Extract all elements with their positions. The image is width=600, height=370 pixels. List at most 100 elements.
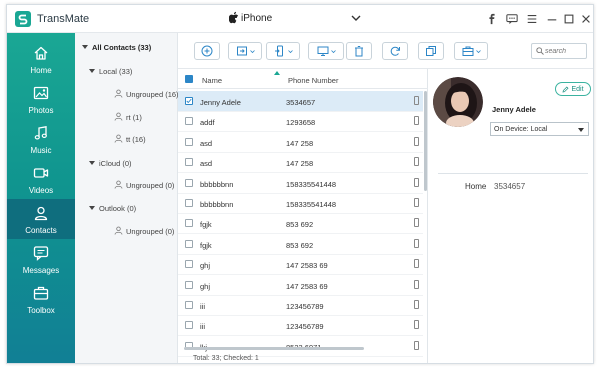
contact-name-cell: iii [200,322,205,332]
tree-item-tt[interactable]: tt (16) [126,135,146,144]
contacts-icon [34,206,48,221]
add-button[interactable] [194,42,220,60]
phone-number-cell: 147 2583 69 [286,281,328,291]
close-icon[interactable] [579,12,593,26]
phone-number-cell: 147 2583 69 [286,261,328,271]
export-icon [274,45,283,57]
tree-item-all-contacts[interactable]: All Contacts (33) [92,43,151,52]
row-checkbox[interactable] [185,158,193,167]
caret-down-icon[interactable] [82,45,88,49]
device-name[interactable]: iPhone [241,13,272,24]
tree-item-icloud[interactable]: iCloud (0) [99,159,132,168]
chevron-down-icon [330,49,336,53]
phone-device-icon [414,238,419,248]
row-checkbox[interactable] [185,199,193,207]
tree-label: Ungrouped [126,227,164,236]
delete-icon [355,46,363,57]
chevron-down-icon [287,49,293,53]
dedupe-button[interactable] [418,42,444,60]
phone-field-label: Home [465,182,487,191]
export-to-pc-button[interactable] [308,42,344,60]
select-all-checkbox[interactable] [185,75,193,83]
row-checkbox[interactable] [185,321,193,330]
row-checkbox[interactable] [185,301,193,309]
nav-item-messages[interactable]: Messages [7,239,75,279]
table-row[interactable]: Jenny Adele 3534657 [178,91,423,112]
phone-number-cell: 158335541448 [286,200,337,209]
tree-item-local[interactable]: Local (33) [99,67,132,76]
horizontal-scrollbar[interactable] [184,347,364,350]
row-checkbox[interactable] [185,97,193,105]
person-icon [114,112,123,121]
export-to-device-button[interactable] [266,42,300,60]
person-icon [114,89,123,98]
column-header-phone[interactable]: Phone Number [288,76,338,85]
row-checkbox[interactable] [185,178,193,187]
person-icon [114,180,123,189]
tree-item-ungrouped[interactable]: Ungrouped (0) [126,227,174,236]
caret-down-icon[interactable] [89,206,95,210]
table-row[interactable]: fgjk 853 692 [178,234,423,255]
table-row[interactable]: asd 147 258 [178,132,423,153]
row-checkbox[interactable] [185,239,193,248]
chevron-down-icon[interactable] [351,14,361,22]
table-row[interactable]: bbbbbbnn 158335541448 [178,193,423,214]
phone-device-icon [414,198,419,207]
caret-down-icon[interactable] [89,69,95,73]
row-checkbox[interactable] [185,280,193,289]
table-row[interactable]: addf 1293658 [178,111,423,133]
row-checkbox[interactable] [185,219,193,228]
nav-item-home[interactable]: Home [7,39,75,79]
tree-count: (1) [132,113,142,122]
table-row[interactable]: ghj 147 2583 69 [178,275,423,296]
phone-device-icon [414,177,419,187]
search-input[interactable] [545,45,585,57]
tree-item-ungrouped[interactable]: Ungrouped (0) [126,181,174,190]
refresh-button[interactable] [382,42,408,60]
contact-name-cell: iii [200,302,205,311]
table-row[interactable]: bbbbbbnn 158335541448 [178,173,423,194]
maximize-icon[interactable] [562,12,576,26]
search-box[interactable] [531,43,587,59]
vertical-scrollbar[interactable] [424,91,427,191]
table-row[interactable]: iii 123456789 [178,315,423,337]
list-header: Name Phone Number [178,69,428,89]
apple-icon [229,11,239,24]
import-button[interactable] [228,42,262,60]
device-select[interactable]: On Device: Local [490,122,589,136]
edit-button[interactable]: Edit [555,82,591,96]
delete-button[interactable] [346,42,372,60]
table-row[interactable]: ghj 147 2583 69 [178,254,423,276]
nav-item-photos[interactable]: Photos [7,79,75,119]
minimize-icon[interactable] [545,12,559,26]
table-row[interactable]: fgjk 853 692 [178,213,423,235]
table-row[interactable]: iii 123456789 [178,295,423,316]
row-checkbox[interactable] [185,260,193,269]
contact-name-cell: asd [200,159,213,169]
row-checkbox[interactable] [185,137,193,146]
avatar [433,77,483,127]
tree-item-outlook[interactable]: Outlook (0) [99,204,136,213]
phone-number-cell: 123456789 [286,322,324,332]
sort-ascending-icon[interactable] [274,71,280,75]
nav-item-toolbox[interactable]: Toolbox [7,279,75,319]
tree-item-rt[interactable]: rt (1) [126,113,142,122]
toolbox-button[interactable] [454,42,488,60]
row-checkbox[interactable] [185,117,193,126]
phone-device-icon [414,300,419,309]
facebook-icon[interactable] [485,12,499,26]
tree-item-ungrouped[interactable]: Ungrouped (16) [126,90,179,99]
feedback-icon[interactable] [505,12,519,26]
nav-label-toolbox: Toolbox [27,306,55,315]
tree-count: (16) [165,90,179,99]
caret-down-icon[interactable] [89,161,95,165]
phone-device-icon [414,96,419,105]
nav-item-contacts[interactable]: Contacts [7,199,75,239]
nav-item-videos[interactable]: Videos [7,159,75,199]
table-row[interactable]: asd 147 258 [178,152,423,174]
contact-detail-panel: Edit Jenny Adele On Device: Local Home 3… [428,69,593,363]
column-header-name[interactable]: Name [202,76,222,85]
nav-item-music[interactable]: Music [7,119,75,159]
menu-icon[interactable] [525,12,539,26]
contact-name-cell: asd [200,138,213,148]
